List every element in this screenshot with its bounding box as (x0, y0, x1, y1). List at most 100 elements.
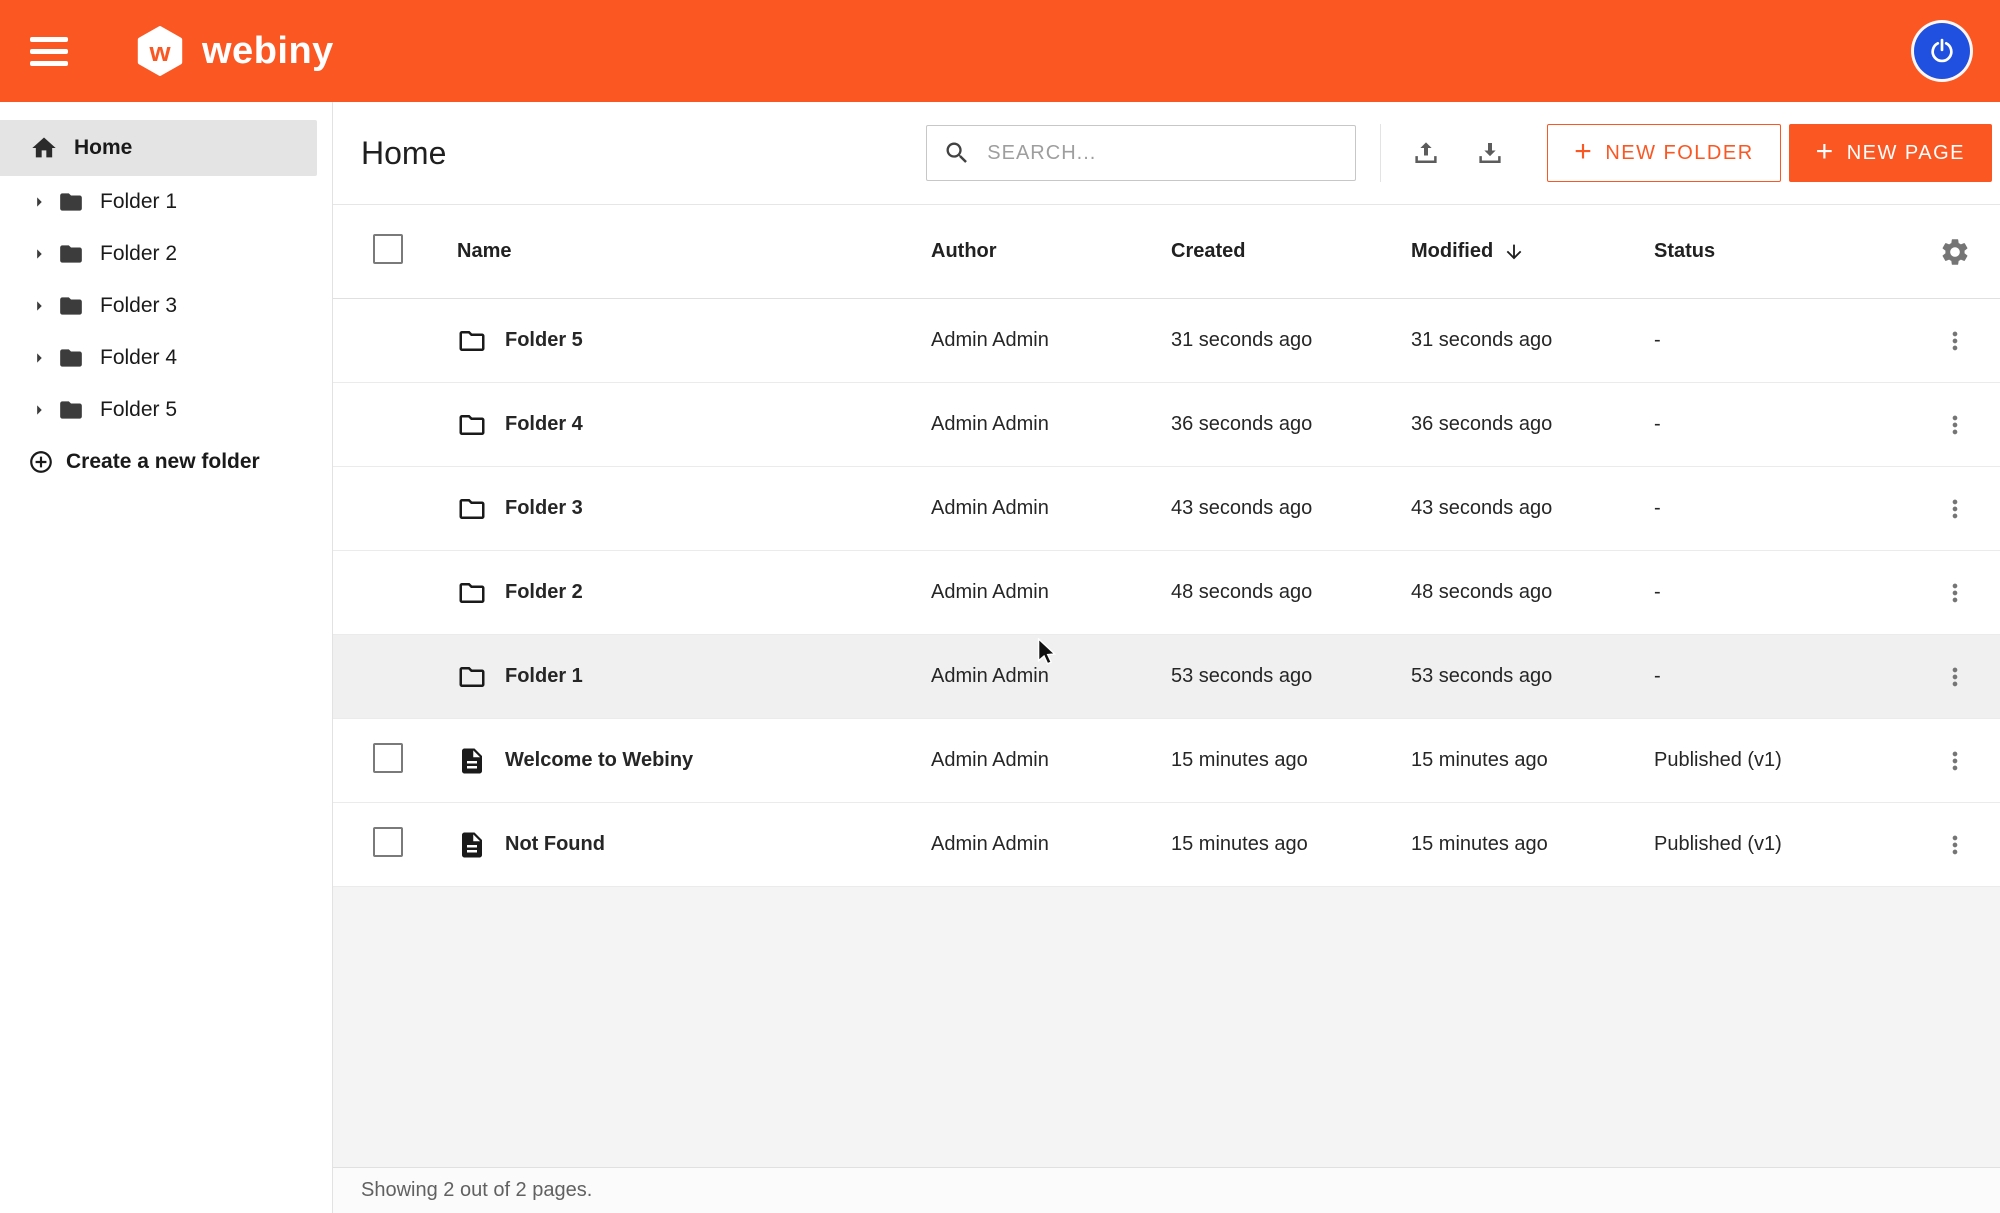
table-row[interactable]: Folder 1 Admin Admin 53 seconds ago 53 s… (333, 635, 2000, 719)
table-row[interactable]: Folder 4 Admin Admin 36 seconds ago 36 s… (333, 383, 2000, 467)
sidebar-folder-label: Folder 2 (100, 242, 177, 266)
create-folder-button[interactable]: Create a new folder (0, 436, 332, 488)
row-name[interactable]: Folder 1 (505, 665, 583, 688)
gear-icon (1939, 236, 1971, 268)
plus-icon: + (1816, 137, 1835, 167)
row-name[interactable]: Not Found (505, 833, 605, 856)
column-header-modified[interactable]: Modified (1411, 240, 1654, 263)
row-modified: 43 seconds ago (1411, 497, 1654, 520)
sidebar-folder-item[interactable]: Folder 5 (0, 384, 332, 436)
table-row[interactable]: Folder 5 Admin Admin 31 seconds ago 31 s… (333, 299, 2000, 383)
column-header-status[interactable]: Status (1654, 240, 1910, 263)
sidebar: Home Folder 1 Folder 2 Folder 3 (0, 102, 333, 1213)
row-status: Published (v1) (1654, 749, 1910, 772)
row-status: - (1654, 329, 1910, 352)
sidebar-home-label: Home (74, 136, 132, 160)
row-name[interactable]: Folder 5 (505, 329, 583, 352)
chevron-right-icon[interactable] (28, 347, 50, 369)
row-modified: 15 minutes ago (1411, 749, 1654, 772)
row-author: Admin Admin (931, 329, 1171, 352)
search-box[interactable] (926, 125, 1356, 181)
kebab-menu-icon[interactable] (1941, 831, 1969, 859)
kebab-menu-icon[interactable] (1941, 495, 1969, 523)
sidebar-folder-item[interactable]: Folder 2 (0, 228, 332, 280)
table-row[interactable]: Not Found Admin Admin 15 minutes ago 15 … (333, 803, 2000, 887)
row-status: - (1654, 413, 1910, 436)
search-icon (943, 139, 971, 167)
row-modified: 15 minutes ago (1411, 833, 1654, 856)
table-row[interactable]: Welcome to Webiny Admin Admin 15 minutes… (333, 719, 2000, 803)
pagination-status: Showing 2 out of 2 pages. (333, 1167, 2000, 1213)
upload-button[interactable] (1411, 138, 1441, 168)
plus-icon: + (1574, 137, 1593, 167)
brand[interactable]: w webiny (134, 25, 334, 77)
row-author: Admin Admin (931, 581, 1171, 604)
row-created: 31 seconds ago (1171, 329, 1411, 352)
table-row[interactable]: Folder 2 Admin Admin 48 seconds ago 48 s… (333, 551, 2000, 635)
row-created: 43 seconds ago (1171, 497, 1411, 520)
sidebar-folder-item[interactable]: Folder 1 (0, 176, 332, 228)
hamburger-menu-icon[interactable] (30, 32, 74, 70)
row-name[interactable]: Welcome to Webiny (505, 749, 693, 772)
chevron-right-icon[interactable] (28, 399, 50, 421)
sidebar-folder-list: Folder 1 Folder 2 Folder 3 Folder 4 (0, 176, 332, 436)
sidebar-folder-item[interactable]: Folder 4 (0, 332, 332, 384)
upload-icon (1411, 138, 1441, 168)
download-icon (1475, 138, 1505, 168)
folder-icon (457, 662, 487, 692)
svg-text:w: w (148, 36, 171, 67)
folder-icon (58, 293, 84, 319)
column-header-name[interactable]: Name (457, 240, 931, 263)
kebab-menu-icon[interactable] (1941, 579, 1969, 607)
row-status: - (1654, 665, 1910, 688)
row-checkbox[interactable] (373, 827, 403, 857)
download-button[interactable] (1475, 138, 1505, 168)
power-icon (1928, 37, 1956, 65)
main-header: Home (333, 102, 2000, 205)
table-settings-button[interactable] (1910, 236, 2000, 268)
folder-icon (457, 578, 487, 608)
row-name[interactable]: Folder 2 (505, 581, 583, 604)
sidebar-folder-label: Folder 5 (100, 398, 177, 422)
row-modified: 53 seconds ago (1411, 665, 1654, 688)
sidebar-folder-label: Folder 1 (100, 190, 177, 214)
page-icon (457, 746, 487, 776)
search-input[interactable] (985, 141, 1339, 166)
folder-icon (457, 410, 487, 440)
kebab-menu-icon[interactable] (1941, 411, 1969, 439)
row-author: Admin Admin (931, 413, 1171, 436)
row-status: Published (v1) (1654, 833, 1910, 856)
row-created: 15 minutes ago (1171, 833, 1411, 856)
sidebar-folder-label: Folder 3 (100, 294, 177, 318)
plus-circle-icon (28, 449, 54, 475)
header-actions: + NEW FOLDER + NEW PAGE (1547, 124, 1992, 182)
chevron-right-icon[interactable] (28, 191, 50, 213)
row-modified: 36 seconds ago (1411, 413, 1654, 436)
brand-wordmark: webiny (202, 32, 334, 70)
folder-icon (457, 326, 487, 356)
row-created: 36 seconds ago (1171, 413, 1411, 436)
folder-icon (58, 189, 84, 215)
folder-icon (457, 494, 487, 524)
row-status: - (1654, 497, 1910, 520)
new-folder-label: NEW FOLDER (1605, 142, 1753, 165)
select-all-checkbox[interactable] (373, 234, 403, 264)
table-row[interactable]: Folder 3 Admin Admin 43 seconds ago 43 s… (333, 467, 2000, 551)
new-page-button[interactable]: + NEW PAGE (1789, 124, 1992, 182)
kebab-menu-icon[interactable] (1941, 663, 1969, 691)
user-avatar[interactable] (1914, 23, 1970, 79)
column-header-author[interactable]: Author (931, 240, 1171, 263)
home-icon (30, 134, 58, 162)
sidebar-folder-item[interactable]: Folder 3 (0, 280, 332, 332)
row-author: Admin Admin (931, 749, 1171, 772)
row-checkbox[interactable] (373, 743, 403, 773)
chevron-right-icon[interactable] (28, 295, 50, 317)
row-name[interactable]: Folder 4 (505, 413, 583, 436)
new-folder-button[interactable]: + NEW FOLDER (1547, 124, 1780, 182)
row-name[interactable]: Folder 3 (505, 497, 583, 520)
kebab-menu-icon[interactable] (1941, 747, 1969, 775)
chevron-right-icon[interactable] (28, 243, 50, 265)
kebab-menu-icon[interactable] (1941, 327, 1969, 355)
column-header-created[interactable]: Created (1171, 240, 1411, 263)
sidebar-item-home[interactable]: Home (0, 120, 317, 176)
